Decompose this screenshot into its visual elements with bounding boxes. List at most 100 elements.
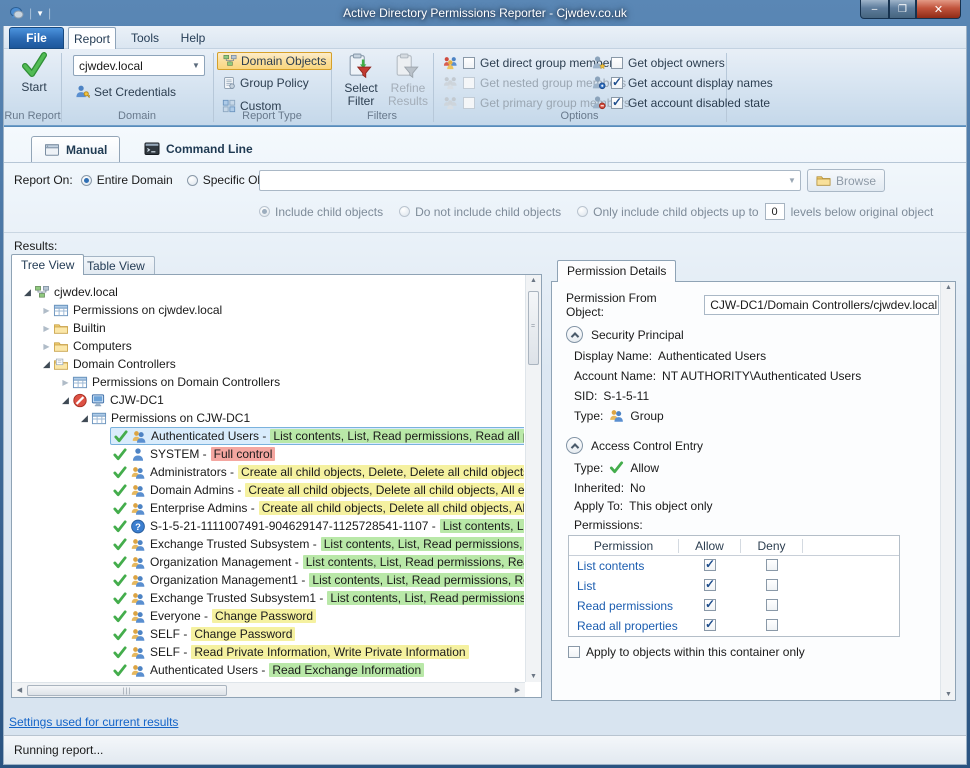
scroll-down-icon[interactable]: ▼ <box>526 673 541 680</box>
select-filter-icon <box>348 53 374 79</box>
tree-item-selected[interactable]: Authenticated Users - List contents, Lis… <box>13 427 524 445</box>
collapse-button[interactable] <box>566 437 583 454</box>
entire-domain-radio[interactable] <box>80 174 92 186</box>
permission-from-value[interactable]: CJW-DC1/Domain Controllers/cjwdev.local <box>704 295 939 315</box>
tree-item[interactable]: Domain Controllers <box>13 355 524 373</box>
expander-expanded-icon[interactable] <box>78 409 91 427</box>
direct-members-checkbox[interactable] <box>463 56 475 69</box>
set-credentials-button[interactable]: Set Credentials <box>70 83 181 100</box>
expander-collapsed-icon[interactable] <box>40 301 53 320</box>
maximize-button[interactable]: ❐ <box>889 0 916 19</box>
tree-item[interactable]: Builtin <box>13 319 524 337</box>
select-filter-button[interactable]: Select Filter <box>338 53 384 108</box>
option-display-names[interactable]: Get account display names <box>591 75 773 90</box>
scroll-left-icon[interactable]: ◀ <box>12 686 27 694</box>
scroll-down-icon[interactable]: ▼ <box>941 691 956 698</box>
tree-item[interactable]: Permissions on CJW-DC1 <box>13 409 524 427</box>
app-window: | ▼ | Active Directory Permissions Repor… <box>0 0 970 768</box>
tree-item[interactable]: SYSTEM - Full control <box>13 445 524 463</box>
tab-command-line[interactable]: Command Line <box>132 136 265 162</box>
tree-item[interactable]: cjwdev.local <box>13 283 524 301</box>
tree-item[interactable]: Domain Admins - Create all child objects… <box>13 481 524 499</box>
option-disabled-state[interactable]: Get account disabled state <box>591 95 770 110</box>
tab-report[interactable]: Report <box>68 27 116 49</box>
expander-collapsed-icon[interactable] <box>59 373 72 392</box>
apply-container-checkbox[interactable] <box>568 646 580 658</box>
scroll-right-icon[interactable]: ▶ <box>510 686 525 694</box>
permission-summary: Change Password <box>212 609 317 623</box>
report-type-domain-objects[interactable]: Domain Objects <box>217 52 333 70</box>
start-button[interactable]: Start <box>12 52 56 104</box>
specific-object-combobox[interactable]: ▼ <box>259 170 801 191</box>
chevron-down-icon[interactable]: ▼ <box>188 61 204 70</box>
deny-checkbox[interactable] <box>766 558 778 571</box>
expander-expanded-icon[interactable] <box>40 355 53 373</box>
scroll-up-icon[interactable]: ▲ <box>526 277 541 284</box>
permission-name[interactable]: Read permissions <box>569 599 679 613</box>
tree-item[interactable]: CJW-DC1 <box>13 391 524 409</box>
tree-vertical-scrollbar[interactable]: ▲ = ▼ <box>525 275 541 682</box>
tab-manual[interactable]: Manual <box>31 136 121 162</box>
file-menu-button[interactable]: File <box>9 27 64 49</box>
tree-item[interactable]: Everyone - Change Password <box>13 607 524 625</box>
permission-summary: Change Password <box>191 627 296 641</box>
refine-results-button[interactable]: Refine Results <box>385 53 431 108</box>
scrollbar-thumb[interactable]: = <box>528 291 539 365</box>
tab-tools[interactable]: Tools <box>122 27 168 49</box>
tree-item[interactable]: Computers <box>13 337 524 355</box>
object-owners-checkbox[interactable] <box>611 56 623 69</box>
tree-item[interactable]: Organization Management - List contents,… <box>13 553 524 571</box>
tree-item[interactable]: SELF - Read Private Information, Write P… <box>13 643 524 661</box>
disabled-state-checkbox[interactable] <box>611 95 623 109</box>
collapse-button[interactable] <box>566 326 583 343</box>
tree-item[interactable]: Authenticated Users - Read Exchange Info… <box>13 661 524 679</box>
start-label: Start <box>21 80 47 94</box>
permission-details-panel: Permission From Object: CJW-DC1/Domain C… <box>551 281 956 701</box>
allow-checkbox[interactable] <box>704 597 716 611</box>
allow-checkbox[interactable] <box>704 617 716 631</box>
error-icon <box>72 393 88 408</box>
tab-tree-view[interactable]: Tree View <box>11 254 85 275</box>
expander-expanded-icon[interactable] <box>21 283 34 301</box>
permission-name[interactable]: Read all properties <box>569 619 679 633</box>
settings-link[interactable]: Settings used for current results <box>9 715 178 729</box>
permission-name[interactable]: List <box>569 579 679 593</box>
allow-checkbox[interactable] <box>704 577 716 591</box>
tab-help[interactable]: Help <box>172 27 214 49</box>
deny-checkbox[interactable] <box>766 618 778 631</box>
levels-input[interactable]: 0 <box>764 203 785 220</box>
option-object-owners[interactable]: Get object owners <box>591 55 725 70</box>
scrollbar-thumb[interactable]: ||| <box>27 684 227 696</box>
account-name-label: Account Name: <box>574 369 657 383</box>
expander-expanded-icon[interactable] <box>59 391 72 409</box>
tree-item[interactable]: Permissions on cjwdev.local <box>13 301 524 319</box>
report-type-group-policy[interactable]: Group Policy <box>217 75 314 91</box>
tree-item[interactable]: Permissions on Domain Controllers <box>13 373 524 391</box>
close-button[interactable]: ✕ <box>916 0 961 19</box>
expander-collapsed-icon[interactable] <box>40 319 53 338</box>
tree-horizontal-scrollbar[interactable]: ◀ ||| ▶ <box>12 682 525 697</box>
tree-item[interactable]: Exchange Trusted Subsystem - List conten… <box>13 535 524 553</box>
browse-button[interactable]: Browse <box>807 169 885 192</box>
tree-item[interactable]: SELF - Change Password <box>13 625 524 643</box>
tab-table-view[interactable]: Table View <box>77 256 155 275</box>
minimize-button[interactable]: – <box>860 0 889 19</box>
tree-item[interactable]: S-1-5-21-1111007491-904629147-1125728541… <box>13 517 524 535</box>
deny-checkbox[interactable] <box>766 598 778 611</box>
tree-item[interactable]: Organization Management1 - List contents… <box>13 571 524 589</box>
tree-item[interactable]: Exchange Trusted Subsystem1 - List conte… <box>13 589 524 607</box>
entire-domain-label: Entire Domain <box>96 173 173 187</box>
expander-collapsed-icon[interactable] <box>40 337 53 356</box>
deny-checkbox[interactable] <box>766 578 778 591</box>
allow-checkbox[interactable] <box>704 557 716 571</box>
scroll-up-icon[interactable]: ▲ <box>941 284 956 291</box>
details-vertical-scrollbar[interactable]: ▲ ▼ <box>940 282 955 700</box>
display-names-checkbox[interactable] <box>611 75 623 89</box>
group-icon <box>131 429 147 444</box>
permission-name[interactable]: List contents <box>569 559 679 573</box>
domain-combobox[interactable]: cjwdev.local ▼ <box>73 55 205 76</box>
tab-permission-details[interactable]: Permission Details <box>557 260 677 282</box>
tree-item[interactable]: Administrators - Create all child object… <box>13 463 524 481</box>
specific-object-radio[interactable] <box>186 174 198 186</box>
tree-item[interactable]: Enterprise Admins - Create all child obj… <box>13 499 524 517</box>
